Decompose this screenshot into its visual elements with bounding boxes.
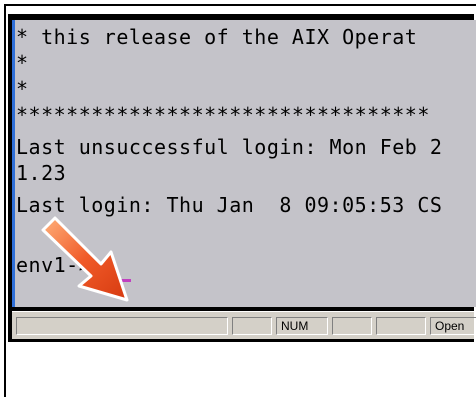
status-pane-message <box>16 317 228 335</box>
terminal-window: * this release of the AIX Operat * * ***… <box>8 14 476 342</box>
status-pane <box>232 317 272 335</box>
terminal-line: 1.23 <box>16 161 67 185</box>
status-pane <box>376 317 426 335</box>
status-bar: NUM Open <box>12 311 476 339</box>
terminal-line: ********************************* <box>16 103 430 127</box>
status-pane <box>332 317 372 335</box>
terminal-line: * this release of the AIX Operat <box>16 25 418 49</box>
terminal-line: * <box>16 77 29 101</box>
terminal-line: Last unsuccessful login: Mon Feb 2 <box>16 135 443 159</box>
status-pane-connection: Open <box>430 317 476 335</box>
pointer-arrow-icon <box>41 216 129 302</box>
terminal-screen[interactable]: * this release of the AIX Operat * * ***… <box>12 20 476 307</box>
terminal-line: * <box>16 51 29 75</box>
status-pane-num: NUM <box>276 317 328 335</box>
